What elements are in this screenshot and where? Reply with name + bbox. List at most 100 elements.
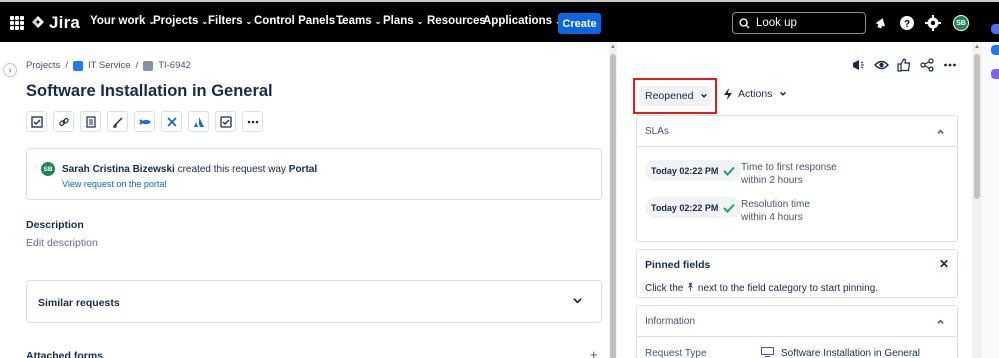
nav-resources[interactable]: Resources xyxy=(427,15,486,27)
megaphone-icon xyxy=(853,60,864,70)
checkbox-button[interactable] xyxy=(215,111,236,132)
atlassian-button[interactable] xyxy=(188,111,209,132)
link-icon xyxy=(58,117,69,126)
similar-requests-section[interactable]: Similar requests xyxy=(26,280,602,323)
highlight-annotation xyxy=(633,78,717,114)
svg-text:?: ? xyxy=(904,19,910,30)
bitbucket-button[interactable] xyxy=(161,111,182,132)
side-scroll-thumb[interactable] xyxy=(974,54,980,199)
side-app-icon[interactable] xyxy=(991,45,999,55)
creator-avatar: SB xyxy=(41,162,55,176)
sla-goal: Time to first response within 2 hours xyxy=(741,162,837,186)
checkmark-icon xyxy=(723,203,736,213)
search-input[interactable]: Look up xyxy=(732,12,866,34)
breadcrumb-project[interactable]: IT Service xyxy=(88,60,131,71)
request-type-value[interactable]: Software Installation in General xyxy=(781,348,920,358)
search-placeholder: Look up xyxy=(756,17,797,29)
more-actions-button[interactable] xyxy=(242,111,263,132)
close-pinned-button[interactable]: ✕ xyxy=(939,257,949,271)
breadcrumb-issue-key[interactable]: TI-6942 xyxy=(158,60,191,71)
sla-row: Today 02:22 PM xyxy=(645,197,742,218)
pinned-fields-title: Pinned fields xyxy=(645,259,711,271)
sla-time-badge: Today 02:22 PM xyxy=(645,197,742,218)
sla-header[interactable]: SLAs xyxy=(645,126,669,137)
pinned-fields-panel: Pinned fields ✕ Click the next to the fi… xyxy=(636,249,958,298)
side-panel-scrollbar[interactable]: ▲ xyxy=(972,42,982,358)
sla-goal: Resolution time within 4 hours xyxy=(741,199,810,223)
like-icon xyxy=(897,58,911,72)
user-avatar[interactable]: SB xyxy=(953,15,969,31)
link-button[interactable] xyxy=(53,111,74,132)
search-icon xyxy=(739,17,750,29)
similar-requests-label: Similar requests xyxy=(38,297,120,309)
chevron-down-icon: ⌄ xyxy=(416,17,424,26)
description-field[interactable]: Edit description xyxy=(26,237,98,249)
brush-button[interactable] xyxy=(107,111,128,132)
view-request-link[interactable]: View request on the portal xyxy=(62,179,166,189)
feedback-button[interactable] xyxy=(850,57,866,73)
notifications-icon[interactable] xyxy=(872,14,890,32)
creator-name[interactable]: Sarah Cristina Bizewski xyxy=(62,164,175,175)
chevron-down-icon[interactable] xyxy=(572,295,583,306)
chevron-up-icon[interactable] xyxy=(936,127,945,136)
nav-your-work[interactable]: Your work ⌄ xyxy=(90,15,155,27)
breadcrumb-projects[interactable]: Projects xyxy=(26,60,60,71)
create-button[interactable]: Create xyxy=(558,13,601,34)
checkbox-icon xyxy=(219,115,232,128)
more-icon xyxy=(247,120,258,123)
main-scrollbar[interactable]: ▲ xyxy=(609,42,617,358)
created-text: Sarah Cristina Bizewski created this req… xyxy=(62,164,318,175)
sidebar-expand-button[interactable]: › xyxy=(3,63,17,77)
divider xyxy=(637,336,957,337)
description-label: Description xyxy=(26,219,84,231)
settings-gear-icon[interactable] xyxy=(924,14,942,32)
brush-icon xyxy=(112,117,122,128)
information-header[interactable]: Information xyxy=(645,316,695,327)
scroll-up-arrow-icon[interactable]: ▲ xyxy=(972,44,982,50)
share-button[interactable] xyxy=(919,57,935,73)
like-button[interactable] xyxy=(896,57,912,73)
nav-control-panels[interactable]: Control Panels ⌄ xyxy=(254,15,345,27)
scroll-up-arrow-icon[interactable]: ▲ xyxy=(609,44,617,50)
side-app-icon[interactable] xyxy=(991,24,999,34)
jira-logo-icon xyxy=(32,16,44,28)
issue-toolbar xyxy=(26,111,263,132)
jira-logo[interactable]: Jira xyxy=(31,13,80,33)
issue-actions-bar xyxy=(850,57,958,73)
request-created-card: SB Sarah Cristina Bizewski created this … xyxy=(26,148,602,200)
main-scroll-thumb[interactable] xyxy=(610,54,616,358)
document-button[interactable] xyxy=(80,111,101,132)
confluence-icon xyxy=(138,118,151,125)
channel-name: Portal xyxy=(288,164,318,175)
nav-applications[interactable]: Applications⌄ xyxy=(483,15,562,27)
checklist-icon xyxy=(30,115,43,128)
divider xyxy=(637,146,957,147)
checklist-button[interactable] xyxy=(26,111,47,132)
help-icon[interactable]: ? xyxy=(898,14,916,32)
chevron-down-icon: ⌄ xyxy=(245,17,253,26)
nav-plans[interactable]: Plans ⌄ xyxy=(383,15,423,27)
atlassian-icon xyxy=(193,116,204,127)
issue-title[interactable]: Software Installation in General xyxy=(26,82,273,101)
chevron-up-icon[interactable] xyxy=(936,317,945,326)
issue-type-icon xyxy=(143,60,154,71)
actions-dropdown[interactable]: Actions xyxy=(723,88,787,100)
chevron-right-icon: › xyxy=(8,65,12,75)
breadcrumb: Projects / IT Service / TI-6942 xyxy=(26,60,191,71)
side-app-icon[interactable] xyxy=(991,69,999,79)
watch-button[interactable] xyxy=(873,57,889,73)
nav-filters[interactable]: Filters ⌄ xyxy=(208,15,252,27)
sla-panel: SLAs Today 02:22 PM Time to first respon… xyxy=(636,115,958,242)
document-icon xyxy=(85,115,96,128)
pinned-fields-hint: Click the next to the field category to … xyxy=(645,282,879,294)
nav-teams[interactable]: Teams ⌄ xyxy=(336,15,381,27)
sla-time-badge: Today 02:22 PM xyxy=(645,160,742,181)
monitor-icon xyxy=(761,347,774,357)
watch-icon xyxy=(873,60,889,70)
chevron-down-icon xyxy=(780,91,787,96)
confluence-button[interactable] xyxy=(134,111,155,132)
nav-projects[interactable]: Projects ⌄ xyxy=(153,15,208,27)
app-switcher-icon[interactable] xyxy=(10,16,24,30)
more-options-button[interactable] xyxy=(942,57,958,73)
add-form-button[interactable]: + xyxy=(590,347,598,358)
